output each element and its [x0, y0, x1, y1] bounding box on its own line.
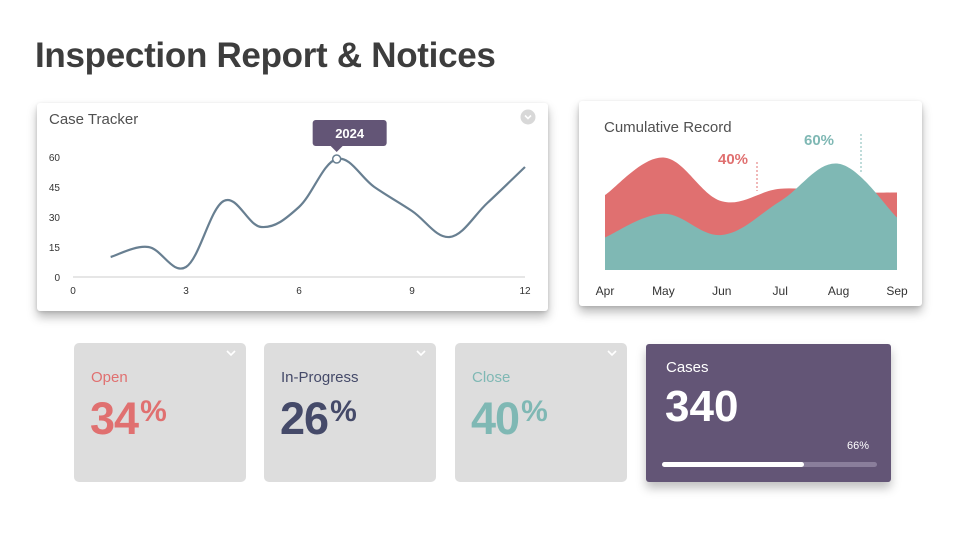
cumulative-record-chart: Apr May Jun Jul Aug Sep 40% 60%	[596, 132, 908, 298]
close-value: 40%	[471, 393, 548, 444]
in-progress-value: 26%	[280, 393, 357, 444]
x-tick-label: Sep	[886, 284, 908, 298]
case-tracker-card: Case Tracker 0 15 30 45 60 0 3 6 9 12 2024	[37, 103, 548, 311]
x-tick-label: Jun	[712, 284, 731, 298]
y-tick-label: 15	[49, 243, 61, 254]
case-tracker-chart: 0 15 30 45 60 0 3 6 9 12 2024	[49, 120, 531, 297]
cases-value: 340	[665, 382, 739, 431]
in-progress-tile[interactable]: In-Progress 26%	[264, 343, 436, 482]
chevron-down-icon[interactable]	[606, 348, 618, 358]
x-tick-label: Aug	[828, 284, 849, 298]
y-tick-label: 45	[49, 183, 61, 194]
annotation-label: 40%	[718, 151, 748, 168]
open-tile[interactable]: Open 34%	[74, 343, 246, 482]
close-label: Close	[472, 369, 511, 386]
highlight-marker	[331, 154, 342, 164]
cases-progress-track	[662, 462, 877, 467]
chevron-down-icon[interactable]	[415, 348, 427, 358]
x-tick-label: 9	[409, 286, 415, 297]
tooltip-pointer	[330, 146, 343, 152]
x-tick-label: 12	[519, 286, 531, 297]
cases-label: Cases	[666, 359, 709, 376]
x-tick-label: 6	[296, 286, 302, 297]
x-tick-label: May	[652, 284, 675, 298]
case-series-line	[110, 157, 526, 270]
cases-progress-label: 66%	[846, 440, 869, 452]
cases-progress-fill	[662, 462, 804, 467]
page-title: Inspection Report & Notices	[35, 36, 496, 75]
open-value: 34%	[90, 393, 167, 444]
x-tick-label: Apr	[596, 284, 615, 298]
x-tick-label: Jul	[773, 284, 788, 298]
y-tick-label: 60	[49, 153, 61, 164]
chevron-down-icon[interactable]	[225, 348, 237, 358]
y-tick-label: 30	[49, 213, 61, 224]
annotation-label: 60%	[804, 132, 834, 149]
close-tile[interactable]: Close 40%	[455, 343, 627, 482]
y-tick-label: 0	[54, 273, 60, 284]
in-progress-label: In-Progress	[281, 369, 359, 386]
open-label: Open	[91, 369, 128, 386]
tooltip-label: 2024	[335, 126, 365, 141]
x-tick-label: 3	[183, 286, 189, 297]
x-tick-label: 0	[70, 286, 76, 297]
cases-tile[interactable]: Cases 340 66%	[646, 344, 891, 482]
